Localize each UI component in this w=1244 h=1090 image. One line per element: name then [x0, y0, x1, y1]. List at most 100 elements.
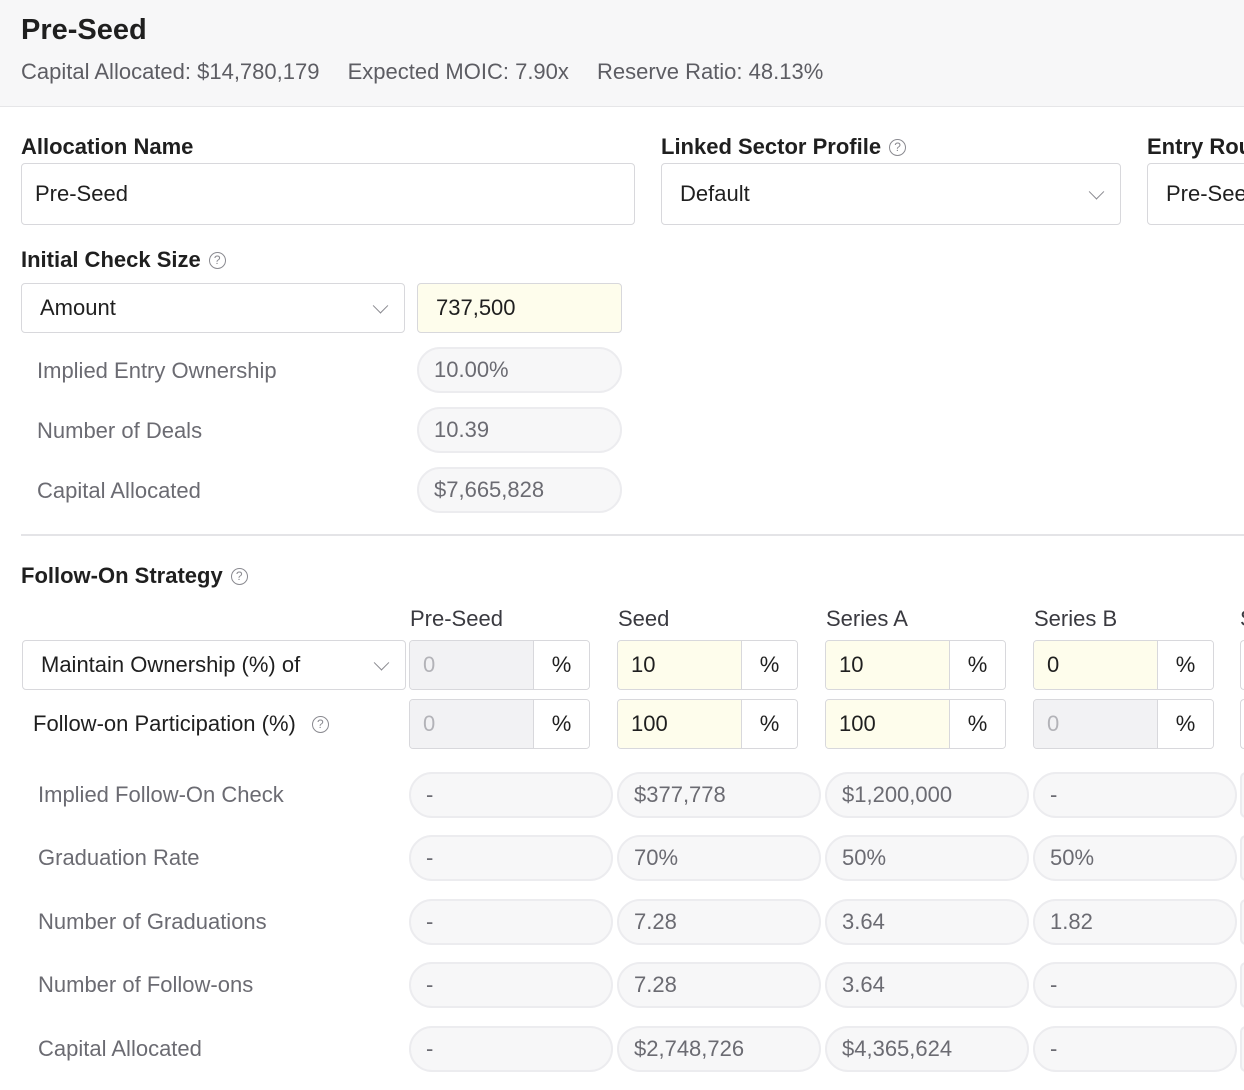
help-icon[interactable]: ?: [311, 716, 329, 733]
entry-round-label-text: Entry Rou: [1147, 134, 1244, 159]
entry-round-label: Entry Rou: [1147, 134, 1244, 160]
entry-round-value: Pre-See: [1166, 181, 1244, 206]
column-header-series-b: Series B: [1034, 606, 1118, 631]
percent-unit: %: [950, 700, 1005, 748]
maintain-ownership-series-b-input[interactable]: 0 %: [1033, 640, 1214, 690]
initial-check-label-text: Initial Check Size: [21, 247, 201, 272]
percent-unit: %: [534, 641, 589, 689]
table-cell: $2,748,726: [617, 1026, 821, 1072]
maintain-ownership-series-a-input[interactable]: 10 %: [825, 640, 1006, 690]
table-cell: -: [409, 1026, 613, 1072]
check-mode-select[interactable]: Amount: [21, 283, 405, 333]
summary-reserve-ratio: Reserve Ratio: 48.13%: [597, 59, 824, 84]
chevron-down-icon: [373, 655, 390, 671]
section-divider: [21, 534, 1244, 536]
summary-capital-allocated: Capital Allocated: $14,780,179: [21, 59, 320, 84]
participation-series-a-value: 100: [826, 700, 950, 748]
allocation-name-value: Pre-Seed: [35, 181, 128, 206]
percent-unit: %: [1158, 641, 1213, 689]
maintain-ownership-pre-seed-value: 0: [410, 641, 534, 689]
participation-seed-input[interactable]: 100 %: [617, 699, 798, 749]
table-cell: 50%: [1033, 835, 1237, 881]
table-cell: 1.82: [1033, 899, 1237, 945]
percent-unit: %: [1158, 700, 1213, 748]
next-column-cell-edge: [1240, 1026, 1244, 1072]
chevron-down-icon: [1088, 184, 1105, 200]
maintain-ownership-series-a-value: 10: [826, 641, 950, 689]
linked-sector-value: Default: [680, 181, 750, 206]
column-header-series-a: Series A: [826, 606, 908, 631]
help-icon[interactable]: ?: [208, 252, 226, 269]
table-cell: -: [409, 772, 613, 818]
entry-round-select[interactable]: Pre-See: [1147, 163, 1244, 225]
percent-unit: %: [742, 700, 797, 748]
next-column-cell-edge: [1240, 962, 1244, 1008]
maintain-ownership-seed-value: 10: [618, 641, 742, 689]
initial-capital-allocated-value: $7,665,828: [417, 467, 622, 513]
table-cell: -: [1033, 962, 1237, 1008]
page-title: Pre-Seed: [21, 14, 147, 46]
participation-seed-value: 100: [618, 700, 742, 748]
check-amount-input[interactable]: 737,500: [417, 283, 622, 333]
percent-unit: %: [742, 641, 797, 689]
check-mode-value: Amount: [40, 295, 116, 320]
help-icon[interactable]: ?: [889, 139, 907, 156]
table-cell: -: [409, 962, 613, 1008]
table-cell: -: [1033, 772, 1237, 818]
column-header-seed: Seed: [618, 606, 670, 631]
table-cell: 3.64: [825, 962, 1029, 1008]
follow-on-strategy-value: Maintain Ownership (%) of: [41, 652, 301, 677]
participation-series-a-input[interactable]: 100 %: [825, 699, 1006, 749]
follow-on-strategy-label: Follow-On Strategy?: [21, 563, 248, 589]
table-cell: 7.28: [617, 899, 821, 945]
percent-unit: %: [950, 641, 1005, 689]
linked-sector-label: Linked Sector Profile?: [661, 134, 907, 160]
percent-unit: %: [534, 700, 589, 748]
implied-entry-ownership-label: Implied Entry Ownership: [37, 358, 277, 383]
next-column-cell-edge: [1240, 772, 1244, 818]
table-cell: $1,200,000: [825, 772, 1029, 818]
chevron-down-icon: [372, 298, 389, 314]
table-cell: 3.64: [825, 899, 1029, 945]
table-cell: $377,778: [617, 772, 821, 818]
next-column-input-edge[interactable]: [1240, 640, 1244, 690]
allocation-name-input[interactable]: Pre-Seed: [21, 163, 635, 225]
table-cell: -: [1033, 1026, 1237, 1072]
linked-sector-select[interactable]: Default: [661, 163, 1121, 225]
table-cell: 7.28: [617, 962, 821, 1008]
summary-expected-moic: Expected MOIC: 7.90x: [347, 59, 569, 84]
table-cell: -: [409, 835, 613, 881]
number-of-graduations-label: Number of Graduations: [38, 909, 267, 934]
participation-label-text: Follow-on Participation (%): [33, 711, 296, 736]
participation-series-b-value: 0: [1034, 700, 1158, 748]
check-amount-value: 737,500: [436, 295, 516, 320]
table-cell: 70%: [617, 835, 821, 881]
follow-on-strategy-label-text: Follow-On Strategy: [21, 563, 223, 588]
participation-pre-seed-input[interactable]: 0 %: [409, 699, 590, 749]
initial-capital-allocated-label: Capital Allocated: [37, 478, 201, 503]
maintain-ownership-seed-input[interactable]: 10 %: [617, 640, 798, 690]
participation-series-b-input[interactable]: 0 %: [1033, 699, 1214, 749]
table-cell: $4,365,624: [825, 1026, 1029, 1072]
follow-on-strategy-select[interactable]: Maintain Ownership (%) of: [22, 640, 406, 690]
allocation-name-label: Allocation Name: [21, 134, 193, 160]
number-of-follow-ons-label: Number of Follow-ons: [38, 972, 254, 997]
initial-check-label: Initial Check Size?: [21, 247, 226, 273]
help-icon[interactable]: ?: [230, 568, 248, 585]
table-cell: 50%: [825, 835, 1029, 881]
participation-label: Follow-on Participation (%)?: [33, 711, 329, 737]
maintain-ownership-pre-seed-input[interactable]: 0 %: [409, 640, 590, 690]
allocation-summary: Capital Allocated: $14,780,179 Expected …: [21, 59, 845, 85]
allocation-name-label-text: Allocation Name: [21, 134, 194, 159]
graduation-rate-label: Graduation Rate: [38, 845, 200, 870]
linked-sector-label-text: Linked Sector Profile: [661, 134, 882, 159]
next-column-input-edge[interactable]: [1240, 699, 1244, 749]
implied-entry-ownership-value: 10.00%: [417, 347, 622, 393]
next-column-cell-edge: [1240, 899, 1244, 945]
number-of-deals-label: Number of Deals: [37, 418, 203, 443]
next-column-cell-edge: [1240, 835, 1244, 881]
table-cell: -: [409, 899, 613, 945]
follow-on-capital-allocated-label: Capital Allocated: [38, 1036, 202, 1061]
participation-pre-seed-value: 0: [410, 700, 534, 748]
maintain-ownership-series-b-value: 0: [1034, 641, 1158, 689]
